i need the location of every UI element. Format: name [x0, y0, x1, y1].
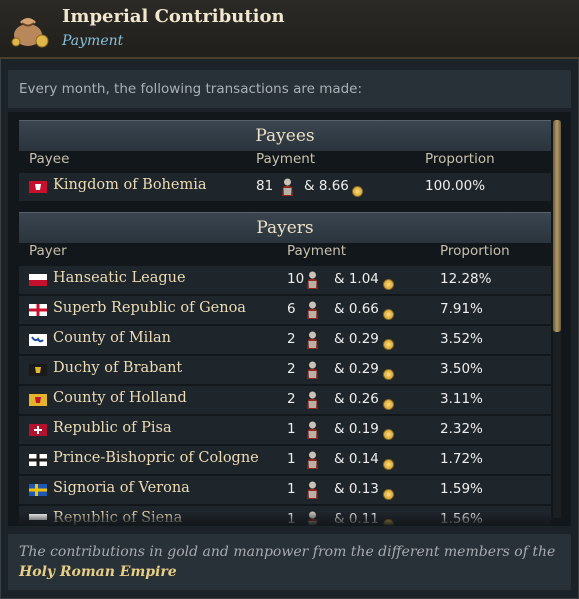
manpower-value: 6 [287, 301, 296, 317]
payment-column-header: Payment [287, 243, 347, 259]
country-name[interactable]: Hanseatic League [53, 270, 186, 286]
description-text: The contributions in gold and manpower f… [19, 544, 556, 560]
gold-value: & 0.19 [334, 421, 379, 437]
manpower-value: 1 [287, 481, 296, 497]
manpower-icon [303, 270, 322, 290]
country-name[interactable]: Kingdom of Bohemia [53, 177, 207, 193]
manpower-icon [303, 360, 322, 380]
gold-coin-icon [383, 305, 394, 320]
gold-coin-icon [383, 275, 394, 290]
manpower-value: 81 [256, 178, 274, 194]
window-subtitle: Payment [62, 33, 124, 49]
payer-row[interactable]: Republic of Pisa 1 & 0.19 2.32% [19, 416, 551, 446]
payee-row[interactable]: Kingdom of Bohemia 81 & 8.66 100.00% [19, 173, 551, 203]
proportion-value: 3.52% [440, 331, 483, 347]
flag-icon [29, 454, 47, 466]
country-name[interactable]: Superb Republic of Genoa [53, 300, 246, 316]
country-name[interactable]: Duchy of Brabant [53, 360, 182, 376]
manpower-value: 2 [287, 361, 296, 377]
payees-heading: Payees [19, 120, 551, 151]
proportion-column-header: Proportion [425, 151, 495, 167]
tooltip-description: The contributions in gold and manpower f… [8, 534, 571, 590]
gold-value: & 0.26 [334, 391, 379, 407]
country-name[interactable]: County of Milan [53, 330, 171, 346]
proportion-value: 7.91% [440, 301, 483, 317]
gold-coin-icon [383, 485, 394, 500]
payer-column-header: Payer [29, 243, 67, 259]
flag-icon [29, 304, 47, 316]
gold-value: & 0.13 [334, 481, 379, 497]
manpower-icon [303, 450, 322, 470]
payer-row[interactable]: Superb Republic of Genoa 6 & 0.66 7.91% [19, 296, 551, 326]
country-name[interactable]: Republic of Pisa [53, 420, 172, 436]
proportion-value: 2.32% [440, 421, 483, 437]
scrollbar-thumb[interactable] [553, 120, 561, 332]
proportion-column-header: Proportion [440, 243, 510, 259]
manpower-icon [278, 177, 297, 197]
gold-coin-icon [383, 395, 394, 410]
gold-coin-icon [383, 425, 394, 440]
gold-value: & 0.29 [334, 331, 379, 347]
transaction-list[interactable]: Payees Payee Payment Proportion Kingdom … [8, 112, 571, 526]
manpower-value: 10 [287, 271, 305, 287]
country-name[interactable]: Prince-Bishopric of Cologne [53, 450, 259, 466]
proportion-value: 12.28% [440, 271, 492, 287]
gold-coin-icon [383, 365, 394, 380]
proportion-value: 100.00% [425, 178, 486, 194]
manpower-icon [303, 390, 322, 410]
manpower-value: 2 [287, 331, 296, 347]
scrollbar[interactable] [553, 120, 561, 518]
description-highlight[interactable]: Holy Roman Empire [19, 564, 177, 580]
gold-value: & 0.66 [334, 301, 379, 317]
gold-value: & 0.14 [334, 451, 379, 467]
flag-icon [29, 334, 47, 346]
flag-icon [29, 181, 47, 193]
manpower-icon [303, 300, 322, 320]
payers-heading: Payers [19, 212, 551, 243]
flag-icon [29, 424, 47, 436]
proportion-value: 1.72% [440, 451, 483, 467]
payment-column-header: Payment [256, 151, 316, 167]
manpower-icon [303, 480, 322, 500]
proportion-value: 3.50% [440, 361, 483, 377]
payer-row[interactable]: County of Milan 2 & 0.29 3.52% [19, 326, 551, 356]
gold-value: & 8.66 [304, 178, 349, 194]
proportion-value: 3.11% [440, 391, 483, 407]
manpower-value: 2 [287, 391, 296, 407]
gold-coin-icon [383, 335, 394, 350]
manpower-value: 1 [287, 451, 296, 467]
manpower-value: 1 [287, 421, 296, 437]
window-title: Imperial Contribution [62, 6, 285, 27]
gold-coin-icon [383, 455, 394, 470]
intro-text: Every month, the following transactions … [8, 70, 571, 108]
money-sack-icon [11, 18, 49, 48]
payer-row[interactable]: Hanseatic League 10 & 1.04 12.28% [19, 266, 551, 296]
manpower-icon [303, 420, 322, 440]
gold-value: & 1.04 [334, 271, 379, 287]
imperial-contribution-window: Imperial Contribution Payment Every mont… [0, 0, 579, 599]
payer-row[interactable]: Signoria of Verona 1 & 0.13 1.59% [19, 476, 551, 506]
list-fade [8, 512, 571, 526]
payee-column-header: Payee [29, 151, 70, 167]
country-name[interactable]: County of Holland [53, 390, 187, 406]
flag-icon [29, 364, 47, 376]
manpower-icon [303, 330, 322, 350]
payer-row[interactable]: County of Holland 2 & 0.26 3.11% [19, 386, 551, 416]
proportion-value: 1.59% [440, 481, 483, 497]
payer-row[interactable]: Duchy of Brabant 2 & 0.29 3.50% [19, 356, 551, 386]
gold-coin-icon [352, 182, 363, 197]
flag-icon [29, 394, 47, 406]
window-header: Imperial Contribution Payment [0, 0, 579, 59]
gold-value: & 0.29 [334, 361, 379, 377]
flag-icon [29, 484, 47, 496]
flag-icon [29, 274, 47, 286]
payer-row[interactable]: Prince-Bishopric of Cologne 1 & 0.14 1.72% [19, 446, 551, 476]
country-name[interactable]: Signoria of Verona [53, 480, 190, 496]
